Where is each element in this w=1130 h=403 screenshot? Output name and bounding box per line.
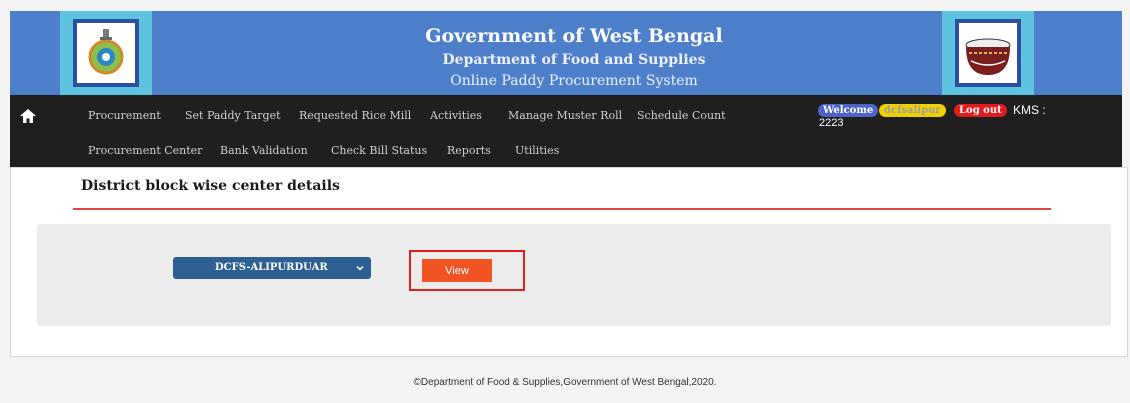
nav-requested-rice-mill[interactable]: Requested Rice Mill bbox=[299, 109, 411, 122]
system-subtitle: Online Paddy Procurement System bbox=[450, 73, 698, 89]
nav-check-bill-status[interactable]: Check Bill Status bbox=[331, 144, 427, 157]
kms-label: KMS : bbox=[1013, 103, 1046, 117]
site-header: Government of West Bengal Department of … bbox=[10, 11, 1122, 95]
right-logo-box bbox=[942, 11, 1034, 95]
nav-procurement[interactable]: Procurement bbox=[88, 109, 161, 122]
nav-procurement-center[interactable]: Procurement Center bbox=[88, 144, 202, 157]
welcome-badge: Welcome bbox=[818, 104, 879, 117]
content-card: District block wise center details DCFS-… bbox=[10, 167, 1128, 357]
chevron-down-icon bbox=[356, 265, 364, 271]
page-title: Government of West Bengal bbox=[425, 25, 723, 47]
main-nav: Procurement Set Paddy Target Requested R… bbox=[10, 95, 1122, 167]
filter-panel: DCFS-ALIPURDUAR View bbox=[37, 224, 1111, 326]
department-subtitle: Department of Food and Supplies bbox=[442, 52, 706, 68]
home-icon[interactable] bbox=[20, 109, 36, 123]
kms-value: 2223 bbox=[819, 117, 844, 129]
nav-manage-muster-roll[interactable]: Manage Muster Roll bbox=[508, 109, 622, 122]
section-title: District block wise center details bbox=[81, 178, 340, 194]
title-divider bbox=[73, 208, 1051, 210]
government-emblem-logo bbox=[73, 19, 139, 87]
nav-reports[interactable]: Reports bbox=[447, 144, 491, 157]
view-button[interactable]: View bbox=[422, 259, 492, 282]
nav-activities[interactable]: Activities bbox=[430, 109, 482, 122]
logout-button[interactable]: Log out bbox=[954, 104, 1007, 117]
nav-schedule-count[interactable]: Schedule Count bbox=[637, 109, 726, 122]
left-logo-box bbox=[60, 11, 152, 95]
rice-pot-logo bbox=[955, 19, 1021, 87]
username-badge: dcfsalipur bbox=[879, 104, 946, 117]
district-select[interactable]: DCFS-ALIPURDUAR bbox=[173, 257, 371, 279]
nav-bank-validation[interactable]: Bank Validation bbox=[220, 144, 308, 157]
nav-set-paddy-target[interactable]: Set Paddy Target bbox=[185, 109, 281, 122]
district-select-value: DCFS-ALIPURDUAR bbox=[215, 262, 328, 273]
nav-utilities[interactable]: Utilities bbox=[515, 144, 559, 157]
footer-copyright: ©Department of Food & Supplies,Governmen… bbox=[413, 377, 717, 388]
